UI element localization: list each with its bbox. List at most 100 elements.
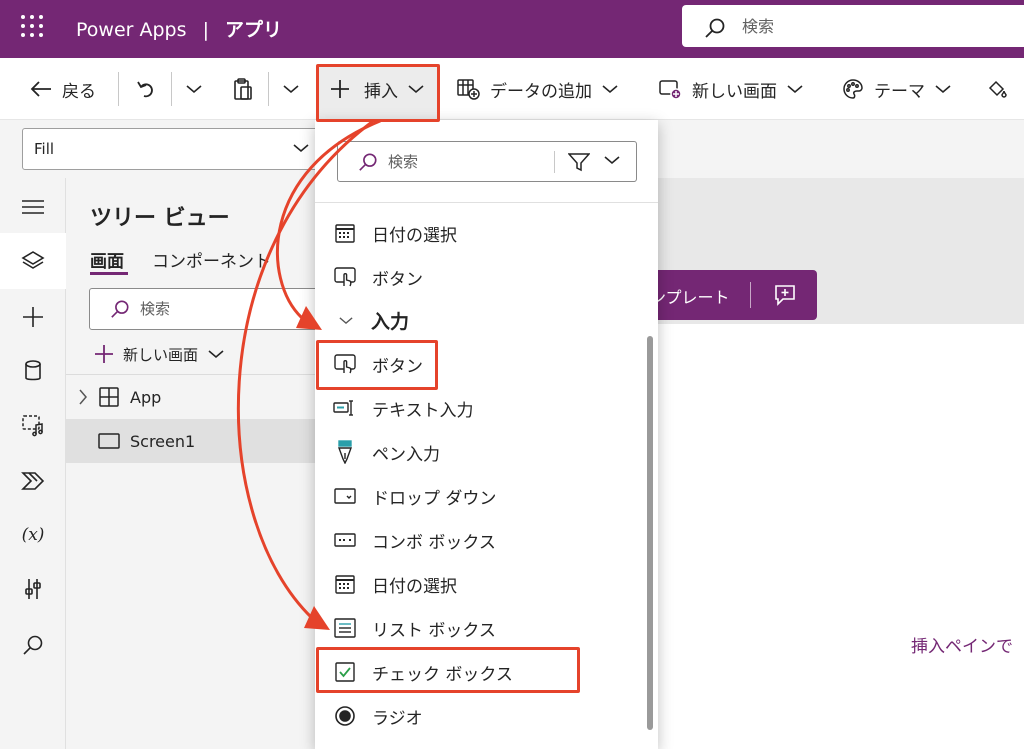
tree-search-input[interactable] — [140, 298, 300, 320]
tab-components[interactable]: コンポーネント — [152, 247, 271, 272]
search-divider — [554, 151, 555, 173]
insert-item-text-input[interactable]: テキスト入力 — [315, 386, 645, 430]
radio-icon — [332, 703, 358, 729]
insert-item-radio[interactable]: ラジオ — [315, 694, 645, 738]
chevron-down-icon — [283, 84, 299, 94]
media-icon[interactable] — [20, 412, 46, 438]
plus-icon — [94, 344, 114, 364]
search-icon — [704, 17, 726, 39]
global-search-input[interactable] — [742, 14, 992, 38]
new-screen-icon — [658, 78, 682, 100]
tree-view-title: ツリー ビュー — [90, 206, 230, 231]
button-icon — [332, 264, 358, 290]
insert-search-input[interactable] — [388, 151, 538, 173]
toolbar-divider — [171, 72, 172, 106]
global-search[interactable] — [682, 5, 1024, 47]
chevron-down-icon — [293, 143, 309, 153]
insert-menu-divider — [315, 202, 658, 203]
filter-icon[interactable] — [568, 152, 590, 172]
add-data-button[interactable]: データの追加 — [456, 58, 618, 120]
paint-bucket-icon — [986, 78, 1008, 100]
property-selector[interactable]: Fill — [22, 128, 318, 170]
tab-screens[interactable]: 画面 — [90, 247, 124, 272]
listbox-icon — [332, 615, 358, 641]
chevron-down-icon — [339, 316, 353, 325]
insert-item-pen-input[interactable]: ペン入力 — [315, 430, 645, 474]
insert-plus-icon[interactable] — [20, 304, 46, 330]
search-icon — [110, 299, 130, 319]
undo-dropdown-button[interactable] — [186, 58, 202, 120]
annotation-box-checkbox — [316, 647, 580, 693]
dropdown-icon — [332, 483, 358, 509]
calendar-icon — [332, 571, 358, 597]
theme-label: テーマ — [874, 81, 925, 102]
menu-icon[interactable] — [20, 194, 46, 220]
tree-item-screen1[interactable]: Screen1 — [66, 419, 318, 463]
product-name: Power Apps — [76, 19, 187, 41]
tree-view-pane: ツリー ビュー 画面 コンポーネント 新しい画面 App — [66, 178, 349, 749]
property-value: Fill — [34, 140, 55, 158]
advanced-tools-icon[interactable] — [20, 576, 46, 602]
combobox-icon — [332, 527, 358, 553]
insert-item-date-picker[interactable]: 日付の選択 — [315, 211, 645, 255]
chevron-right-icon — [78, 389, 88, 405]
add-data-label: データの追加 — [490, 81, 592, 102]
new-screen-button[interactable]: 新しい画面 — [658, 58, 803, 120]
insert-item-combobox[interactable]: コンボ ボックス — [315, 518, 645, 562]
chevron-down-icon — [186, 84, 202, 94]
comment-add-icon[interactable] — [772, 282, 798, 308]
chevron-down-icon — [208, 349, 224, 359]
insert-item-listbox[interactable]: リスト ボックス — [315, 606, 645, 650]
insert-search[interactable] — [337, 141, 637, 182]
insert-item-label: ボタン — [372, 269, 423, 290]
undo-button[interactable] — [136, 58, 156, 120]
insert-item-label: リスト ボックス — [372, 620, 496, 641]
insert-item-button[interactable]: ボタン — [315, 255, 645, 299]
insert-item-label: ドロップ ダウン — [372, 488, 497, 509]
variables-icon[interactable]: (𝑥) — [20, 522, 46, 548]
insert-item-label: テキスト入力 — [372, 400, 474, 421]
data-cylinder-icon[interactable] — [20, 358, 46, 384]
back-label: 戻る — [62, 81, 96, 102]
chevron-down-icon — [602, 84, 618, 94]
table-add-icon — [456, 78, 480, 100]
back-arrow-icon — [30, 80, 52, 98]
new-screen-label: 新しい画面 — [692, 81, 777, 102]
power-automate-icon[interactable] — [20, 468, 46, 494]
canvas-hint-text: 挿入ペインで — [911, 637, 1013, 657]
active-tab-underline — [90, 272, 128, 275]
search-icon[interactable] — [20, 632, 46, 658]
undo-icon — [136, 79, 156, 99]
search-icon — [358, 152, 378, 172]
insert-section-input[interactable]: 入力 — [315, 305, 409, 335]
paste-button[interactable] — [232, 58, 254, 120]
left-rail: (𝑥) — [0, 178, 66, 749]
insert-item-dropdown[interactable]: ドロップ ダウン — [315, 474, 645, 518]
insert-item-label: ラジオ — [372, 708, 423, 729]
toolbar-divider — [118, 72, 119, 106]
tree-new-screen-label: 新しい画面 — [123, 345, 199, 364]
annotation-box-button — [316, 340, 438, 390]
palette-icon — [842, 78, 864, 100]
theme-button[interactable]: テーマ — [842, 58, 951, 120]
title-bar: Power Apps | アプリ — [0, 0, 1024, 58]
insert-item-date-picker[interactable]: 日付の選択 — [315, 562, 645, 606]
back-button[interactable]: 戻る — [30, 58, 96, 120]
tree-item-app[interactable]: App — [66, 375, 318, 419]
calendar-icon — [332, 220, 358, 246]
chevron-down-icon — [935, 84, 951, 94]
layers-icon[interactable] — [20, 248, 46, 274]
annotation-box-insert — [316, 64, 440, 122]
tree-new-screen-button[interactable]: 新しい画面 — [94, 342, 224, 366]
pen-icon — [332, 439, 358, 465]
tree-search[interactable] — [89, 288, 349, 330]
insert-item-label: 日付の選択 — [372, 576, 457, 597]
app-label: アプリ — [225, 19, 283, 41]
chevron-down-icon[interactable] — [604, 155, 620, 165]
toolbar-divider — [268, 72, 269, 106]
tree-item-label: Screen1 — [130, 431, 196, 451]
background-color-button[interactable] — [986, 58, 1008, 120]
app-launcher-icon[interactable] — [20, 14, 44, 38]
insert-menu-scrollbar[interactable] — [647, 336, 653, 730]
paste-dropdown-button[interactable] — [283, 58, 299, 120]
